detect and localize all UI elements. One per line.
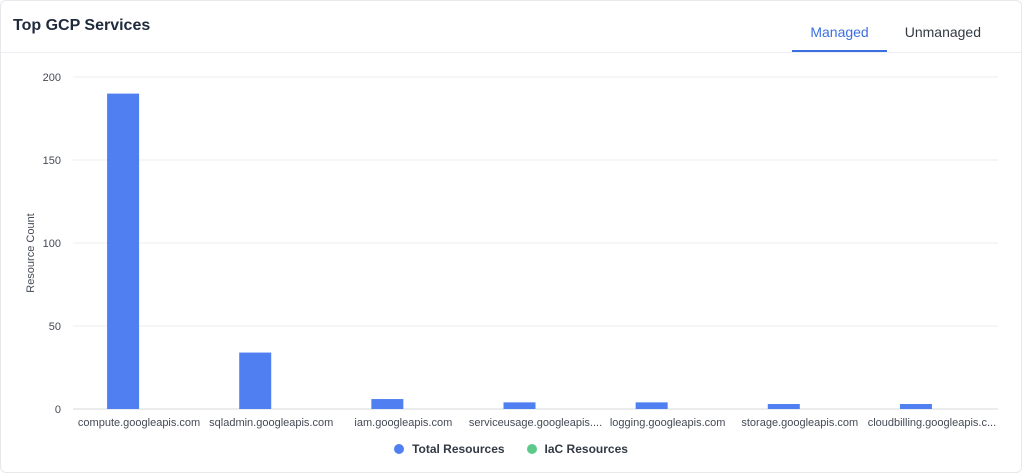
top-gcp-services-card: Top GCP Services Managed Unmanaged 0 50 10… — [0, 0, 1022, 473]
bar-total-resources[interactable] — [503, 402, 536, 409]
x-tick-label: cloudbilling.googleapis.c... — [868, 417, 996, 429]
y-tick-label: 0 — [55, 404, 61, 416]
legend-swatch-iac — [526, 444, 537, 454]
y-tick-label: 100 — [43, 238, 61, 250]
bar-total-resources[interactable] — [767, 404, 800, 409]
x-tick-label: serviceusage.googleapis.... — [469, 417, 602, 429]
x-tick-label: iam.googleapis.com — [354, 417, 452, 429]
y-tick-label: 200 — [43, 72, 61, 84]
bar-total-resources[interactable] — [107, 93, 140, 409]
y-tick-label: 50 — [49, 321, 61, 333]
legend-label-total: Total Resources — [412, 442, 505, 456]
bar-chart: 0 50 100 150 200 Resource Count compute.google… — [25, 72, 998, 429]
chart-legend: Total Resources IaC Resources — [1, 442, 1021, 456]
legend-item-total-resources[interactable]: Total Resources — [394, 442, 505, 456]
x-tick-label: compute.googleapis.com — [78, 417, 200, 429]
y-tick-label: 150 — [43, 155, 61, 167]
bar-total-resources[interactable] — [371, 399, 404, 409]
x-tick-label: sqladmin.googleapis.com — [209, 417, 333, 429]
x-tick-label: logging.googleapis.com — [610, 417, 726, 429]
bar-total-resources[interactable] — [899, 404, 932, 409]
y-axis-title: Resource Count — [25, 213, 37, 293]
x-tick-label: storage.googleapis.com — [741, 417, 858, 429]
legend-item-iac-resources[interactable]: IaC Resources — [526, 442, 628, 456]
legend-label-iac: IaC Resources — [544, 442, 628, 456]
legend-swatch-total — [394, 444, 405, 454]
bar-total-resources[interactable] — [635, 402, 668, 409]
bar-total-resources[interactable] — [239, 352, 272, 409]
